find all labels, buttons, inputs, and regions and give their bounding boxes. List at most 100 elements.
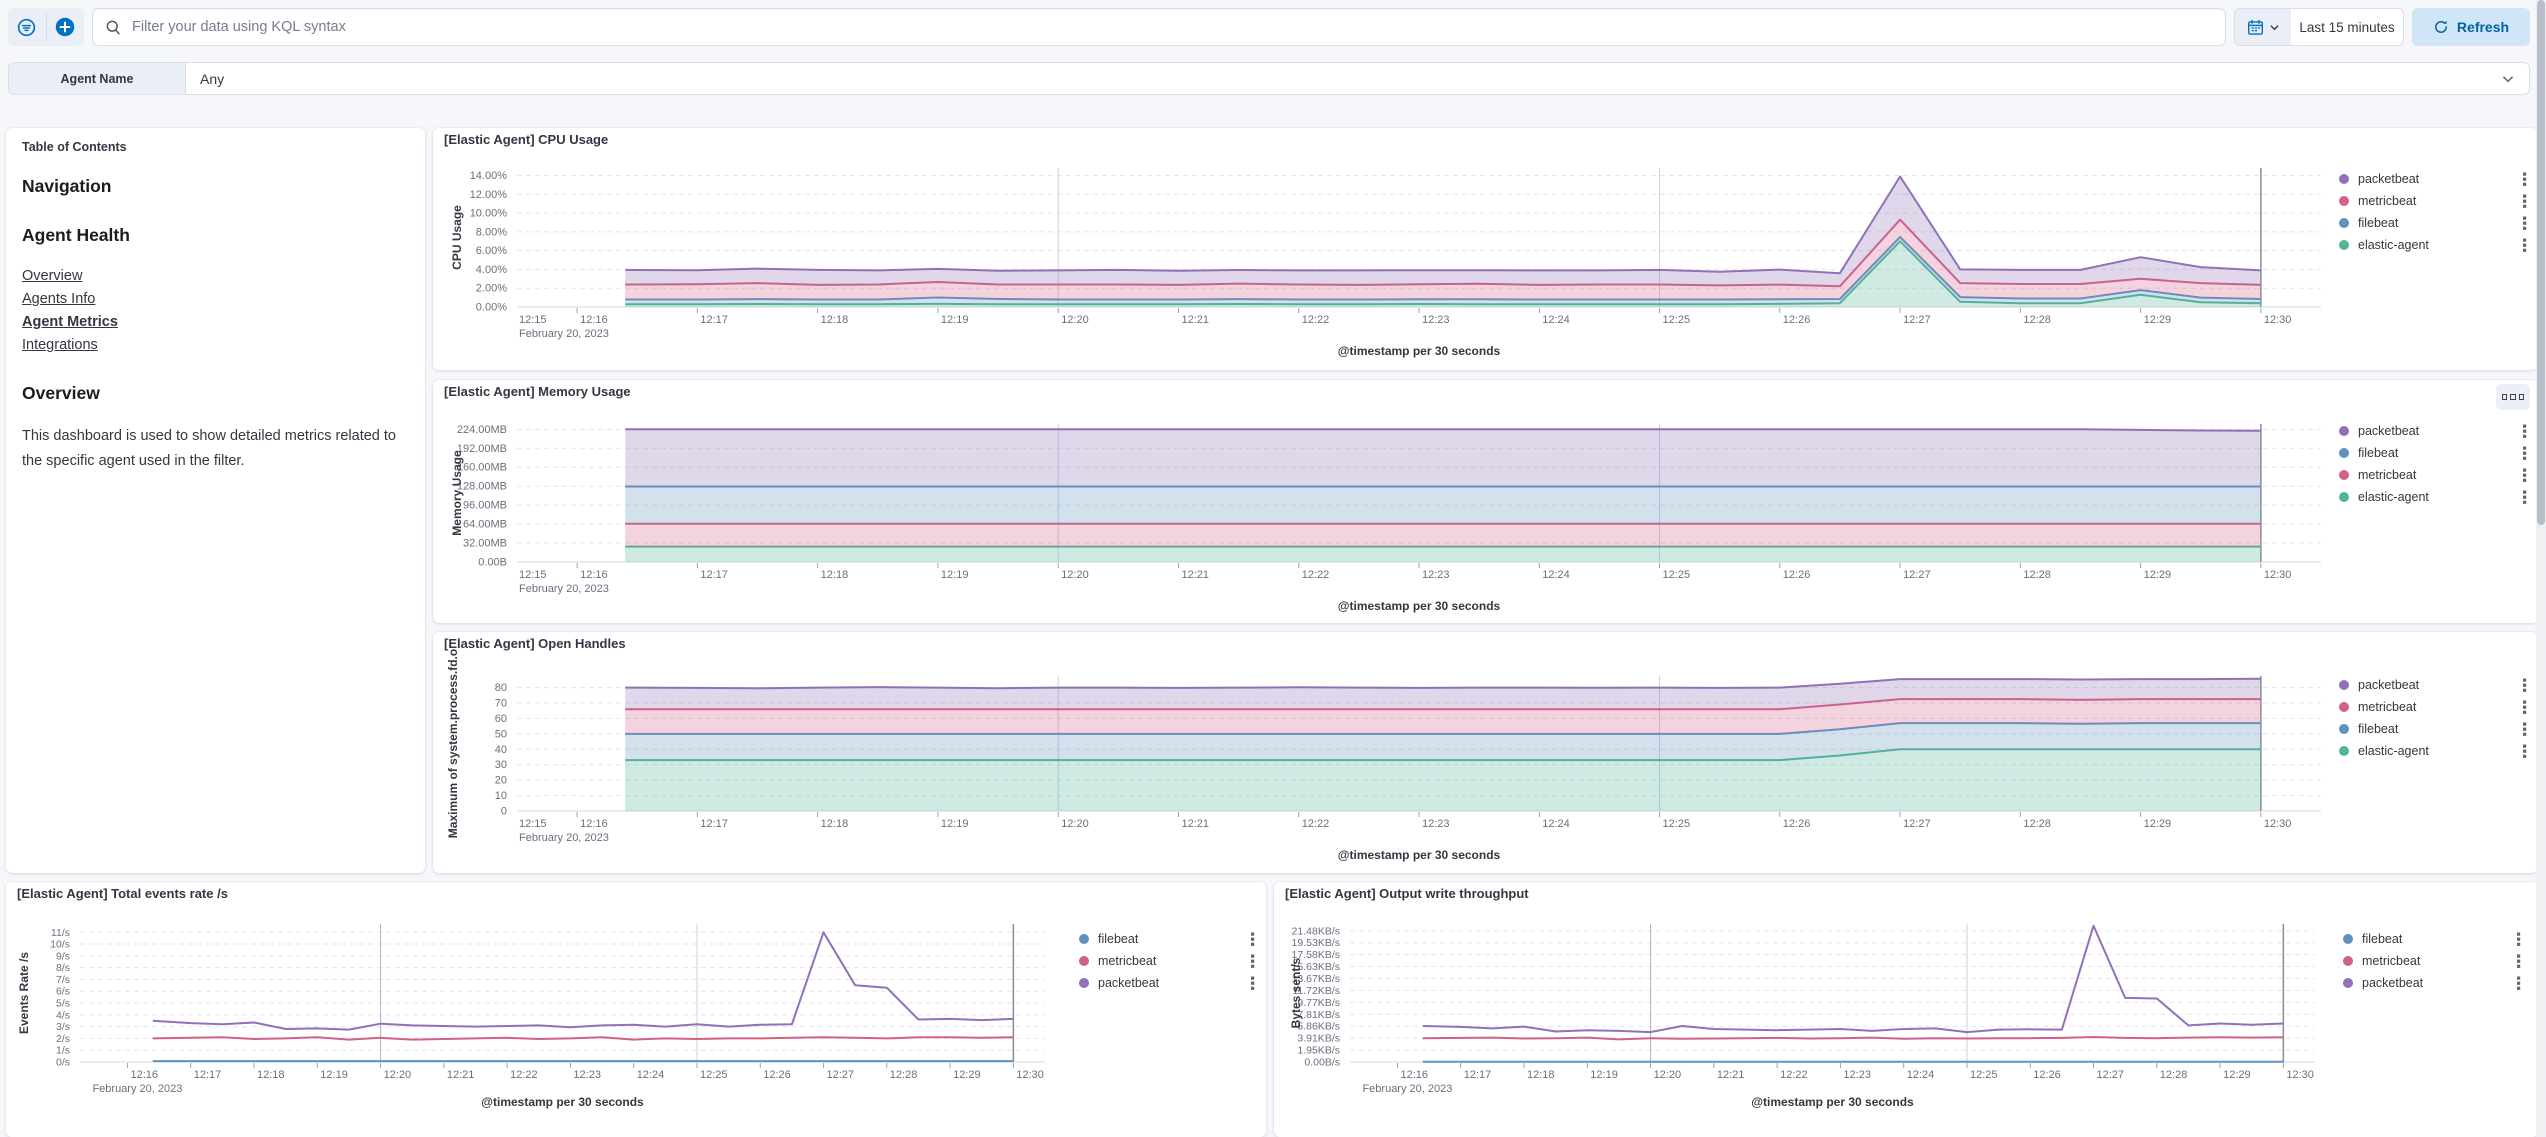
legend-dot (2339, 448, 2349, 458)
legend-menu-icon[interactable] (2520, 192, 2529, 211)
x-axis-tick-label: 12:18 (257, 1069, 285, 1081)
legend-menu-icon[interactable] (2520, 698, 2529, 717)
y-axis-title: Maximum of system.process.fd.o (446, 649, 460, 838)
kql-search-input[interactable]: Filter your data using KQL syntax (92, 8, 2226, 46)
legend-label[interactable]: metricbeat (1098, 954, 1248, 968)
legend-menu-icon[interactable] (1248, 930, 1257, 949)
legend-menu-icon[interactable] (2520, 444, 2529, 463)
x-axis-tick-label: 12:26 (1783, 314, 1811, 326)
x-axis-tick-label: 12:29 (2144, 569, 2172, 581)
legend-label[interactable]: elastic-agent (2358, 238, 2520, 252)
toc-heading-navigation: Navigation (22, 176, 409, 197)
agent-name-control-group: Agent Name Any (8, 62, 2530, 95)
calendar-menu-button[interactable] (2235, 9, 2291, 45)
y-axis-tick-label: 5.86KB/s (1297, 1021, 1340, 1033)
legend-item-filebeat: filebeat (2343, 928, 2523, 950)
y-axis-tick-label: 192.00MB (457, 443, 507, 455)
memory-usage-panel: [Elastic Agent] Memory Usage 0.00B32.00M… (433, 380, 2538, 623)
legend-label[interactable]: packetbeat (2358, 172, 2520, 186)
out-chart-svg[interactable]: 0.00B/s1.95KB/s3.91KB/s5.86KB/s7.81KB/s9… (1274, 882, 2538, 1137)
legend-dot (2339, 174, 2349, 184)
toc-link-agents-info[interactable]: Agents Info (22, 291, 95, 307)
x-axis-tick-label: 12:19 (1590, 1069, 1618, 1081)
legend-dot (2339, 746, 2349, 756)
legend-label[interactable]: filebeat (1098, 932, 1248, 946)
toc-link-agent-metrics[interactable]: Agent Metrics (22, 314, 118, 330)
x-axis-tick-label: 12:19 (941, 314, 969, 326)
fd-chart-svg[interactable]: 0102030405060708012:1512:1612:1712:1812:… (433, 632, 2538, 873)
legend-menu-icon[interactable] (2520, 236, 2529, 255)
x-axis-tick-label: 12:27 (2097, 1069, 2125, 1081)
legend-label[interactable]: filebeat (2358, 722, 2520, 736)
legend-menu-icon[interactable] (2520, 466, 2529, 485)
legend-menu-icon[interactable] (2520, 720, 2529, 739)
y-axis-tick-label: 50 (495, 728, 507, 740)
legend-menu-icon[interactable] (2514, 930, 2523, 949)
legend-label[interactable]: metricbeat (2358, 700, 2520, 714)
x-axis-tick-label: 12:20 (1654, 1069, 1682, 1081)
toc-link-integrations[interactable]: Integrations (22, 337, 98, 353)
x-axis-tick-label: 12:21 (1181, 818, 1209, 830)
agent-name-select[interactable]: Any (186, 63, 2501, 94)
legend-item-packetbeat: packetbeat (2339, 420, 2529, 442)
toc-link-overview[interactable]: Overview (22, 268, 82, 284)
legend-label[interactable]: metricbeat (2362, 954, 2514, 968)
legend-menu-icon[interactable] (2520, 742, 2529, 761)
legend-item-elastic-agent: elastic-agent (2339, 740, 2529, 762)
table-of-contents-panel: Table of Contents Navigation Agent Healt… (6, 128, 425, 873)
x-axis-tick-label: 12:18 (1527, 1069, 1555, 1081)
legend-menu-icon[interactable] (2514, 974, 2523, 993)
legend-menu-icon[interactable] (2520, 676, 2529, 695)
events-chart-svg[interactable]: 0/s1/s2/s3/s4/s5/s6/s7/s8/s9/s10/s11/s12… (6, 882, 1266, 1137)
x-axis-title: @timestamp per 30 seconds (1338, 599, 1501, 613)
x-axis-tick-label: 12:17 (194, 1069, 222, 1081)
x-axis-tick-label: 12:22 (1780, 1069, 1808, 1081)
legend-item-filebeat: filebeat (1079, 928, 1257, 950)
legend-label[interactable]: filebeat (2362, 932, 2514, 946)
scrollbar-thumb[interactable] (2537, 0, 2545, 525)
chart-legend: packetbeat metricbeat filebeat elastic-agen… (2339, 168, 2529, 256)
y-axis-tick-label: 14.00% (470, 170, 508, 182)
legend-item-filebeat: filebeat (2339, 718, 2529, 740)
legend-item-metricbeat: metricbeat (1079, 950, 1257, 972)
legend-label[interactable]: packetbeat (1098, 976, 1248, 990)
legend-menu-icon[interactable] (2520, 170, 2529, 189)
chevron-down-icon[interactable] (2501, 63, 2529, 94)
legend-menu-icon[interactable] (2520, 422, 2529, 441)
x-axis-tick-label: 12:15 (519, 818, 547, 830)
y-axis-tick-label: 10.00% (470, 208, 508, 220)
legend-dot (2339, 470, 2349, 480)
legend-label[interactable]: elastic-agent (2358, 490, 2520, 504)
legend-menu-icon[interactable] (2514, 952, 2523, 971)
legend-menu-icon[interactable] (2520, 214, 2529, 233)
y-axis-tick-label: 0.00B (478, 557, 507, 569)
series-line-packetbeat (625, 177, 2261, 274)
legend-menu-icon[interactable] (1248, 952, 1257, 971)
legend-label[interactable]: filebeat (2358, 446, 2520, 460)
legend-label[interactable]: metricbeat (2358, 194, 2520, 208)
panel-title: Table of Contents (22, 140, 409, 154)
time-range-label[interactable]: Last 15 minutes (2291, 9, 2403, 45)
mem-chart-svg[interactable]: 0.00B32.00MB64.00MB96.00MB128.00MB160.00… (433, 380, 2538, 623)
open-handles-panel: [Elastic Agent] Open Handles 01020304050… (433, 632, 2538, 873)
y-axis-tick-label: 9.77KB/s (1297, 997, 1340, 1009)
legend-label[interactable]: metricbeat (2358, 468, 2520, 482)
legend-menu-icon[interactable] (1248, 974, 1257, 993)
saved-query-icon[interactable] (8, 8, 46, 46)
legend-label[interactable]: filebeat (2358, 216, 2520, 230)
legend-label[interactable]: packetbeat (2358, 678, 2520, 692)
refresh-button[interactable]: Refresh (2412, 8, 2530, 46)
x-axis-tick-label: 12:28 (2023, 569, 2051, 581)
x-axis-title: @timestamp per 30 seconds (1751, 1095, 1914, 1109)
legend-menu-icon[interactable] (2520, 488, 2529, 507)
y-axis-tick-label: 10 (495, 790, 507, 802)
legend-label[interactable]: packetbeat (2358, 424, 2520, 438)
legend-label[interactable]: packetbeat (2362, 976, 2514, 990)
cpu-chart-svg[interactable]: 0.00%2.00%4.00%6.00%8.00%10.00%12.00%14.… (433, 128, 2538, 370)
legend-label[interactable]: elastic-agent (2358, 744, 2520, 758)
y-axis-tick-label: 70 (495, 698, 507, 710)
x-axis-tick-label: 12:24 (637, 1069, 665, 1081)
scrollbar-track[interactable] (2536, 0, 2546, 1137)
x-axis-tick-label: 12:27 (1903, 569, 1931, 581)
add-filter-icon[interactable] (47, 8, 85, 46)
